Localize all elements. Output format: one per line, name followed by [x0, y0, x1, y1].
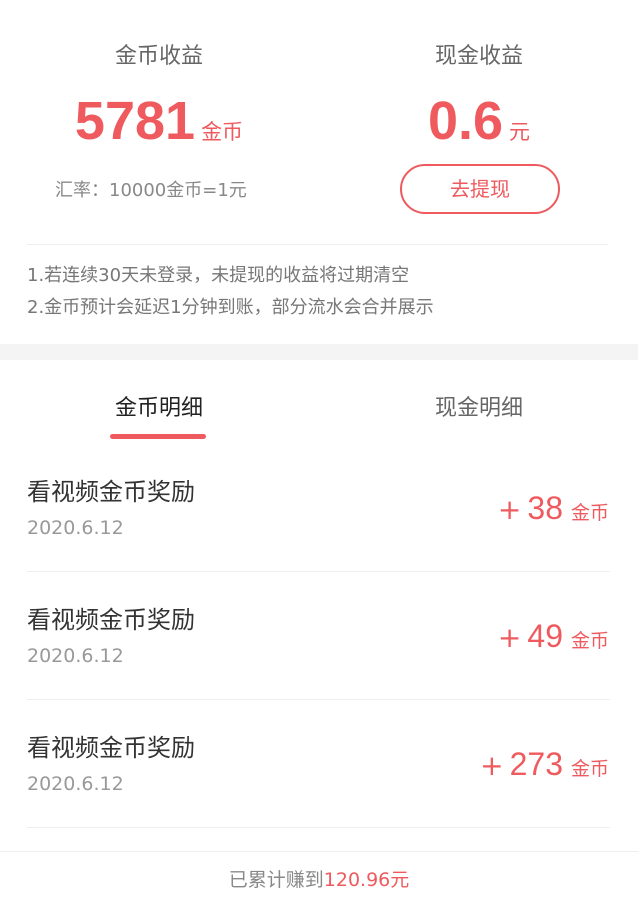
list-item: 看视频金币奖励 2020.6.12 +38 金币	[0, 444, 638, 572]
tab-cash-details[interactable]: 现金明细	[379, 392, 579, 426]
record-unit: 金币	[570, 502, 609, 524]
record-title: 看视频金币奖励	[27, 478, 195, 506]
total-earned-footer: 已累计赚到120.96元	[0, 851, 638, 907]
cash-amount-row: 0.6 元	[349, 86, 609, 156]
exchange-rate-text: 汇率：10000金币=1元	[55, 180, 247, 201]
record-unit: 金币	[570, 630, 609, 652]
record-amount: 49	[527, 618, 563, 654]
detail-tabs: 金币明细 现金明细	[0, 360, 638, 450]
coin-earnings-title: 金币收益	[114, 44, 203, 69]
record-list: 看视频金币奖励 2020.6.12 +38 金币 看视频金币奖励 2020.6.1…	[0, 444, 638, 828]
cash-amount: 0.6	[427, 91, 504, 151]
record-amount-group: +38 金币	[498, 486, 609, 536]
record-unit: 金币	[570, 758, 609, 780]
section-separator	[0, 344, 638, 360]
row-divider	[27, 827, 610, 828]
cash-earnings-panel: 现金收益 0.6 元	[349, 40, 609, 156]
coin-amount: 5781	[74, 91, 196, 151]
record-sign: +	[480, 749, 504, 782]
list-item: 看视频金币奖励 2020.6.12 +49 金币	[0, 572, 638, 700]
record-title: 看视频金币奖励	[27, 606, 195, 634]
record-amount: 38	[527, 490, 563, 526]
coin-earnings-panel: 金币收益 5781 金币	[29, 40, 289, 156]
total-earned-amount: 120.96元	[323, 869, 410, 891]
tab-coin-details[interactable]: 金币明细	[59, 392, 259, 426]
coin-unit: 金币	[201, 120, 244, 144]
record-amount-group: +49 金币	[498, 614, 609, 664]
record-sign: +	[497, 621, 522, 654]
cash-unit: 元	[509, 120, 531, 144]
cash-earnings-title: 现金收益	[434, 44, 523, 69]
record-sign: +	[497, 493, 522, 526]
earnings-page: 金币收益 5781 金币 现金收益 0.6 元 汇率：10000金币=1元 去提现 …	[0, 0, 638, 907]
active-tab-indicator	[110, 434, 206, 439]
notice-list: 1.若连续30天未登录，未提现的收益将过期清空 2.金币预计会延迟1分钟到账，部…	[27, 260, 434, 324]
list-item: 看视频金币奖励 2020.6.12 +273 金币	[0, 700, 638, 828]
summary-divider	[27, 244, 608, 245]
record-amount: 273	[509, 746, 563, 782]
withdraw-button[interactable]: 去提现	[400, 164, 560, 214]
earnings-summary: 金币收益 5781 金币 现金收益 0.6 元 汇率：10000金币=1元 去提现 …	[0, 0, 638, 344]
notice-item: 2.金币预计会延迟1分钟到账，部分流水会合并展示	[27, 297, 434, 318]
record-date: 2020.6.12	[27, 645, 124, 667]
record-date: 2020.6.12	[27, 773, 124, 795]
total-earned-prefix: 已累计赚到	[228, 869, 324, 891]
record-amount-group: +273 金币	[480, 742, 609, 792]
record-title: 看视频金币奖励	[27, 734, 195, 762]
notice-item: 1.若连续30天未登录，未提现的收益将过期清空	[27, 265, 410, 286]
coin-amount-row: 5781 金币	[29, 86, 289, 156]
record-date: 2020.6.12	[27, 517, 124, 539]
